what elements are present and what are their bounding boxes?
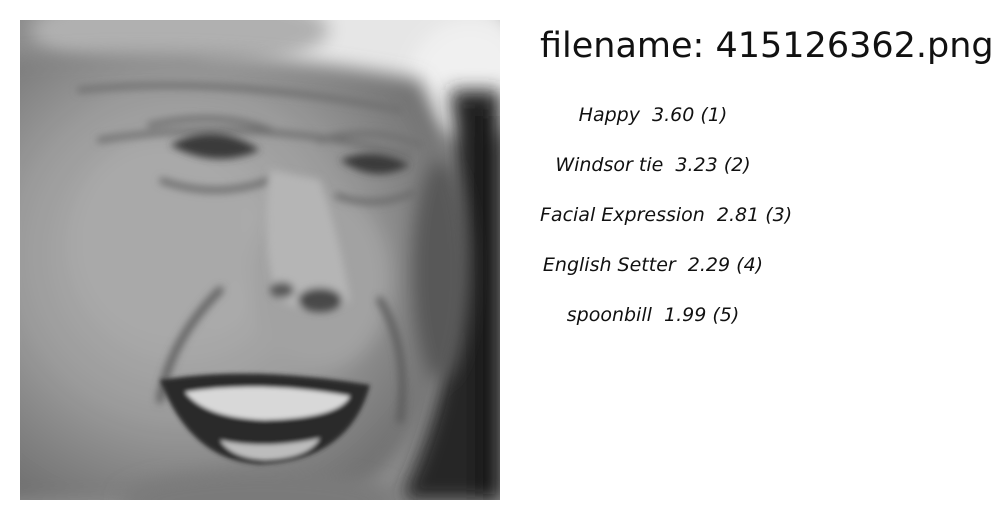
prediction-label: English Setter [542, 254, 676, 276]
prediction-label: Facial Expression [540, 204, 705, 226]
prediction-item: spoonbill 1.99 (5) [540, 300, 766, 350]
prediction-rank: (4) [736, 254, 764, 276]
prediction-label: Windsor tie [555, 154, 664, 176]
prediction-item: English Setter 2.29 (4) [540, 250, 766, 300]
prediction-list: Happy 3.60 (1) Windsor tie 3.23 (2) Faci… [540, 100, 792, 350]
prediction-score: 3.23 [675, 154, 718, 176]
prediction-item: Happy 3.60 (1) [540, 100, 766, 150]
prediction-rank: (5) [712, 304, 740, 326]
face-photo-image [20, 20, 500, 500]
prediction-rank: (2) [723, 154, 751, 176]
prediction-label: Happy [578, 104, 640, 126]
prediction-score: 2.29 [687, 254, 731, 276]
prediction-label: spoonbill [566, 304, 652, 326]
prediction-score: 1.99 [663, 304, 707, 326]
prediction-score: 3.60 [652, 104, 695, 126]
face-photo [20, 20, 500, 500]
filename-title: filename: 415126362.png [540, 26, 994, 66]
prediction-rank: (1) [700, 104, 728, 126]
prediction-item: Windsor tie 3.23 (2) [540, 150, 766, 200]
prediction-score: 2.81 [716, 204, 760, 226]
prediction-rank: (3) [765, 204, 793, 226]
prediction-item: Facial Expression 2.81 (3) [540, 200, 792, 250]
